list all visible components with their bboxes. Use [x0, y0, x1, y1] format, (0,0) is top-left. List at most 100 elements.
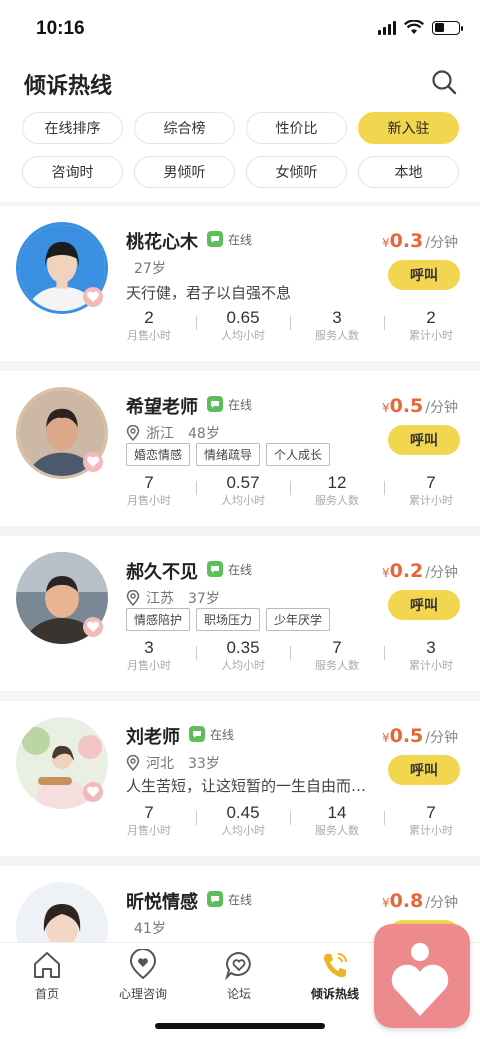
- listener-list: 桃花心木 在线 27岁 天行健，君子以自强不息 ¥ 0.3 /分钟 呼叫 2 月售…: [0, 206, 480, 942]
- price-currency: ¥: [381, 896, 390, 910]
- stat-avg-hours: 0.45 人均小时: [196, 803, 290, 843]
- call-button[interactable]: 呼叫: [388, 425, 460, 455]
- heart-location-icon: [129, 949, 157, 980]
- filter-row: 在线排序 综合榜 性价比 新入驻: [22, 112, 462, 144]
- online-label: 在线: [228, 397, 253, 412]
- online-label: 在线: [228, 562, 253, 577]
- filter-chips: 在线排序 综合榜 性价比 新入驻 咨询时 男倾听 女倾听 本地: [22, 112, 462, 200]
- stat-avg-hours: 0.65 人均小时: [196, 308, 290, 348]
- call-button[interactable]: 呼叫: [388, 260, 460, 290]
- filter-chip-new[interactable]: 新入驻: [358, 112, 459, 144]
- listener-name: 郝久不见: [126, 562, 198, 583]
- stat-monthly-hours: 7 月售小时: [102, 803, 196, 843]
- listener-description: 天行健，君子以自强不息: [126, 284, 292, 302]
- stat-value: 2: [144, 308, 154, 327]
- chat-icon: [207, 231, 223, 247]
- floating-app-button[interactable]: [374, 924, 470, 1028]
- online-status: 在线: [206, 230, 252, 248]
- filter-chip-male[interactable]: 男倾听: [134, 156, 235, 188]
- price-amount: 0.5: [389, 725, 424, 747]
- tab-home[interactable]: 首页: [2, 949, 92, 1002]
- status-bar: 10:16: [0, 0, 480, 56]
- listener-location: 浙江: [146, 426, 174, 442]
- price-amount: 0.5: [389, 395, 424, 417]
- stat-value: 2: [426, 308, 436, 327]
- stat-value: 3: [332, 308, 342, 327]
- stat-label: 月售小时: [127, 329, 171, 342]
- signal-icon: [378, 20, 396, 35]
- stat-value: 0.65: [226, 308, 260, 327]
- listener-meta: 浙江 48岁: [126, 423, 220, 443]
- listener-age: 41岁: [134, 921, 166, 937]
- listener-card[interactable]: 桃花心木 在线 27岁 天行健，君子以自强不息 ¥ 0.3 /分钟 呼叫 2 月售…: [0, 206, 480, 361]
- price-currency: ¥: [381, 401, 390, 415]
- tab-label: 倾诉热线: [310, 987, 359, 1001]
- listener-age: 48岁: [188, 426, 220, 442]
- call-button[interactable]: 呼叫: [388, 590, 460, 620]
- stat-served-users: 12 服务人数: [290, 473, 384, 513]
- listener-name: 希望老师: [126, 397, 198, 418]
- tab-label: 首页: [34, 987, 59, 1001]
- stat-value: 0.45: [226, 803, 260, 822]
- stat-value: 0.35: [226, 638, 260, 657]
- stat-total-hours: 2 累计小时: [384, 308, 478, 348]
- online-label: 在线: [228, 232, 253, 247]
- stat-monthly-hours: 3 月售小时: [102, 638, 196, 678]
- call-button[interactable]: 呼叫: [388, 755, 460, 785]
- chat-icon: [189, 726, 205, 742]
- filter-chip-consult-hours[interactable]: 咨询时: [22, 156, 123, 188]
- price-unit: /分钟: [425, 400, 458, 416]
- stat-monthly-hours: 7 月售小时: [102, 473, 196, 513]
- tag: 情绪疏导: [196, 443, 261, 466]
- filter-chip-value[interactable]: 性价比: [246, 112, 347, 144]
- stat-served-users: 3 服务人数: [290, 308, 384, 348]
- listener-stats: 7 月售小时 0.45 人均小时 14 服务人数 7 累计小时: [102, 803, 478, 843]
- listener-name: 桃花心木: [126, 232, 198, 253]
- listener-card[interactable]: 郝久不见 在线 江苏 37岁 情感陪护 职场压力 少年厌学 ¥ 0.2 /分钟 …: [0, 536, 480, 691]
- listener-stats: 3 月售小时 0.35 人均小时 7 服务人数 3 累计小时: [102, 638, 478, 678]
- stat-label: 累计小时: [409, 824, 453, 837]
- heart-badge-icon: [83, 617, 103, 637]
- tag: 情感陪护: [126, 608, 191, 631]
- filter-chip-local[interactable]: 本地: [358, 156, 459, 188]
- online-label: 在线: [210, 727, 235, 742]
- home-indicator: [155, 1023, 325, 1029]
- tab-consult[interactable]: 心理咨询: [98, 949, 188, 1002]
- listener-location: 江苏: [146, 591, 174, 607]
- tab-forum[interactable]: 论坛: [194, 949, 284, 1002]
- listener-stats: 7 月售小时 0.57 人均小时 12 服务人数 7 累计小时: [102, 473, 478, 513]
- filter-chip-online-sort[interactable]: 在线排序: [22, 112, 123, 144]
- search-icon[interactable]: [430, 68, 458, 96]
- stat-value: 14: [327, 803, 347, 822]
- stat-label: 累计小时: [409, 329, 453, 342]
- stat-monthly-hours: 2 月售小时: [102, 308, 196, 348]
- filter-chip-overall[interactable]: 综合榜: [134, 112, 235, 144]
- avatar[interactable]: [16, 882, 108, 942]
- tab-hotline[interactable]: 倾诉热线: [290, 949, 380, 1002]
- price: ¥ 0.5 /分钟: [382, 395, 458, 417]
- price-currency: ¥: [381, 236, 390, 250]
- stat-label: 服务人数: [315, 824, 359, 837]
- listener-stats: 2 月售小时 0.65 人均小时 3 服务人数 2 累计小时: [102, 308, 478, 348]
- stat-value: 3: [426, 638, 436, 657]
- stat-value: 7: [426, 473, 436, 492]
- price: ¥ 0.8 /分钟: [382, 890, 458, 912]
- heart-badge-icon: [83, 782, 103, 802]
- battery-icon: [432, 20, 463, 35]
- stat-total-hours: 7 累计小时: [384, 803, 478, 843]
- page-title: 倾诉热线: [24, 74, 113, 99]
- filter-chip-female[interactable]: 女倾听: [246, 156, 347, 188]
- tag: 婚恋情感: [126, 443, 191, 466]
- online-status: 在线: [206, 560, 252, 578]
- heart-badge-icon: [83, 452, 103, 472]
- listener-card[interactable]: 刘老师 在线 河北 33岁 人生苦短，让这短暂的一生自由而… ¥ 0.5 /分钟…: [0, 701, 480, 856]
- listener-card[interactable]: 希望老师 在线 浙江 48岁 婚恋情感 情绪疏导 个人成长 ¥ 0.5 /分钟 …: [0, 371, 480, 526]
- listener-age: 33岁: [188, 756, 220, 772]
- chat-heart-icon: [224, 951, 251, 981]
- tab-label: 论坛: [226, 987, 251, 1001]
- price-unit: /分钟: [425, 895, 458, 911]
- stat-avg-hours: 0.35 人均小时: [196, 638, 290, 678]
- listener-age: 37岁: [188, 591, 220, 607]
- stat-label: 服务人数: [315, 659, 359, 672]
- listener-meta: 江苏 37岁: [126, 588, 220, 608]
